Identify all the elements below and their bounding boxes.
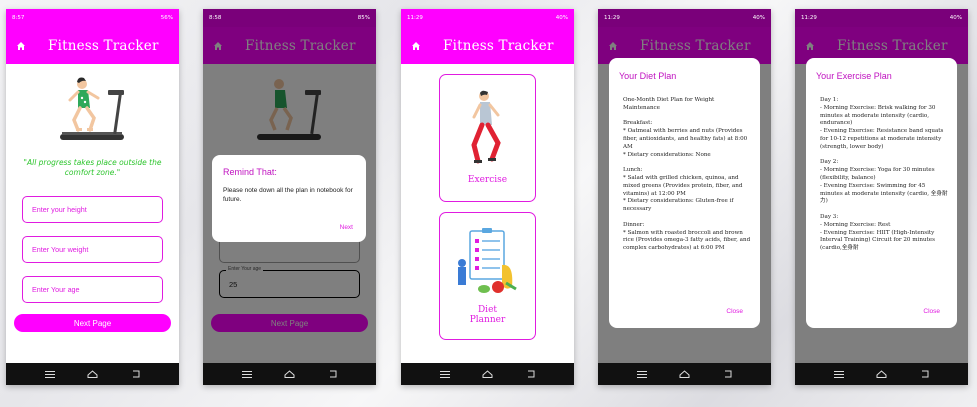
screen: 8:58 85% Fitness Tracker Enter Your age	[203, 9, 376, 385]
app-title: Fitness Tracker	[48, 37, 159, 54]
status-time: 11:29	[407, 15, 423, 21]
dialog-title: Remind That:	[223, 167, 277, 177]
age-input[interactable]: Enter Your age	[22, 276, 163, 303]
app-title: Fitness Tracker	[443, 37, 554, 54]
menu-nav-icon[interactable]	[635, 369, 649, 379]
back-nav-icon[interactable]	[918, 369, 932, 379]
screen: 11:29 40% Fitness Tracker Your Diet Plan…	[598, 9, 771, 385]
height-input[interactable]: Enter your height	[22, 196, 163, 223]
status-bar: 8:58 85%	[203, 9, 376, 27]
back-nav-icon[interactable]	[129, 369, 143, 379]
exercise-card-label: Exercise	[467, 175, 508, 185]
reminder-dialog: Remind That: Please note down all the pl…	[212, 155, 366, 242]
close-button[interactable]: Close	[726, 308, 743, 315]
home-nav-icon[interactable]	[481, 369, 495, 379]
phone-screen-3: 11:29 40% Fitness Tracker Exercise Diet …	[401, 9, 574, 385]
diet-planner-card-label: Diet Planner	[469, 305, 506, 325]
menu-nav-icon[interactable]	[832, 369, 846, 379]
home-icon[interactable]	[14, 39, 28, 53]
system-nav-bar	[401, 363, 574, 385]
motivation-quote: "All progress takes place outside the co…	[23, 158, 162, 177]
system-nav-bar	[598, 363, 771, 385]
phone-screen-4: 11:29 40% Fitness Tracker Your Diet Plan…	[598, 9, 771, 385]
home-nav-icon[interactable]	[875, 369, 889, 379]
dialog-title: Your Exercise Plan	[816, 71, 892, 81]
phone-screen-5: 11:29 40% Fitness Tracker Your Exercise …	[795, 9, 968, 385]
dialog-title: Your Diet Plan	[619, 71, 677, 81]
next-button[interactable]: Next	[340, 224, 353, 231]
status-time: 11:29	[604, 15, 620, 21]
app-bar: Fitness Tracker	[6, 27, 179, 64]
menu-nav-icon[interactable]	[438, 369, 452, 379]
status-time: 11:29	[801, 15, 817, 21]
battery-level: 56%	[160, 15, 173, 21]
exercise-plan-text: Day 1: - Morning Exercise: Brisk walking…	[820, 97, 948, 252]
dialog-body: Please note down all the plan in noteboo…	[223, 187, 353, 203]
screen: 8:57 56% Fitness Tracker "All progress t…	[6, 9, 179, 385]
close-button[interactable]: Close	[923, 308, 940, 315]
status-bar: 11:29 40%	[401, 9, 574, 27]
weight-input[interactable]: Enter Your weight	[22, 236, 163, 263]
status-bar: 11:29 40%	[795, 9, 968, 27]
status-bar: 8:57 56%	[6, 9, 179, 27]
screen: 11:29 40% Fitness Tracker Your Exercise …	[795, 9, 968, 385]
battery-level: 85%	[357, 15, 370, 21]
system-nav-bar	[795, 363, 968, 385]
home-nav-icon[interactable]	[283, 369, 297, 379]
diet-plan-dialog: Your Diet Plan One-Month Diet Plan for W…	[609, 58, 760, 328]
status-time: 8:57	[12, 15, 25, 21]
main-content: "All progress takes place outside the co…	[6, 64, 179, 363]
status-bar: 11:29 40%	[598, 9, 771, 27]
phone-screen-1: 8:57 56% Fitness Tracker "All progress t…	[6, 9, 179, 385]
status-time: 8:58	[209, 15, 222, 21]
system-nav-bar	[203, 363, 376, 385]
exercise-plan-dialog: Your Exercise Plan Day 1: - Morning Exer…	[806, 58, 957, 328]
back-nav-icon[interactable]	[721, 369, 735, 379]
phone-screen-2: 8:58 85% Fitness Tracker Enter Your age	[203, 9, 376, 385]
main-content: Exercise Diet Planner	[401, 64, 574, 363]
screen: 11:29 40% Fitness Tracker Exercise Diet …	[401, 9, 574, 385]
runner-illustration	[471, 90, 501, 164]
diet-planner-card[interactable]: Diet Planner	[439, 212, 536, 340]
battery-level: 40%	[752, 15, 765, 21]
menu-nav-icon[interactable]	[240, 369, 254, 379]
menu-nav-icon[interactable]	[43, 369, 57, 379]
modal-scrim-top	[203, 27, 376, 64]
back-nav-icon[interactable]	[326, 369, 340, 379]
home-nav-icon[interactable]	[678, 369, 692, 379]
diet-plan-text: One-Month Diet Plan for Weight Maintenan…	[623, 97, 751, 252]
battery-level: 40%	[949, 15, 962, 21]
treadmill-illustration	[60, 77, 124, 140]
back-nav-icon[interactable]	[524, 369, 538, 379]
app-bar: Fitness Tracker	[401, 27, 574, 64]
diet-illustration	[458, 228, 517, 293]
system-nav-bar	[6, 363, 179, 385]
next-page-button[interactable]: Next Page	[14, 314, 171, 332]
home-icon[interactable]	[409, 39, 423, 53]
exercise-card[interactable]: Exercise	[439, 74, 536, 202]
home-nav-icon[interactable]	[86, 369, 100, 379]
battery-level: 40%	[555, 15, 568, 21]
